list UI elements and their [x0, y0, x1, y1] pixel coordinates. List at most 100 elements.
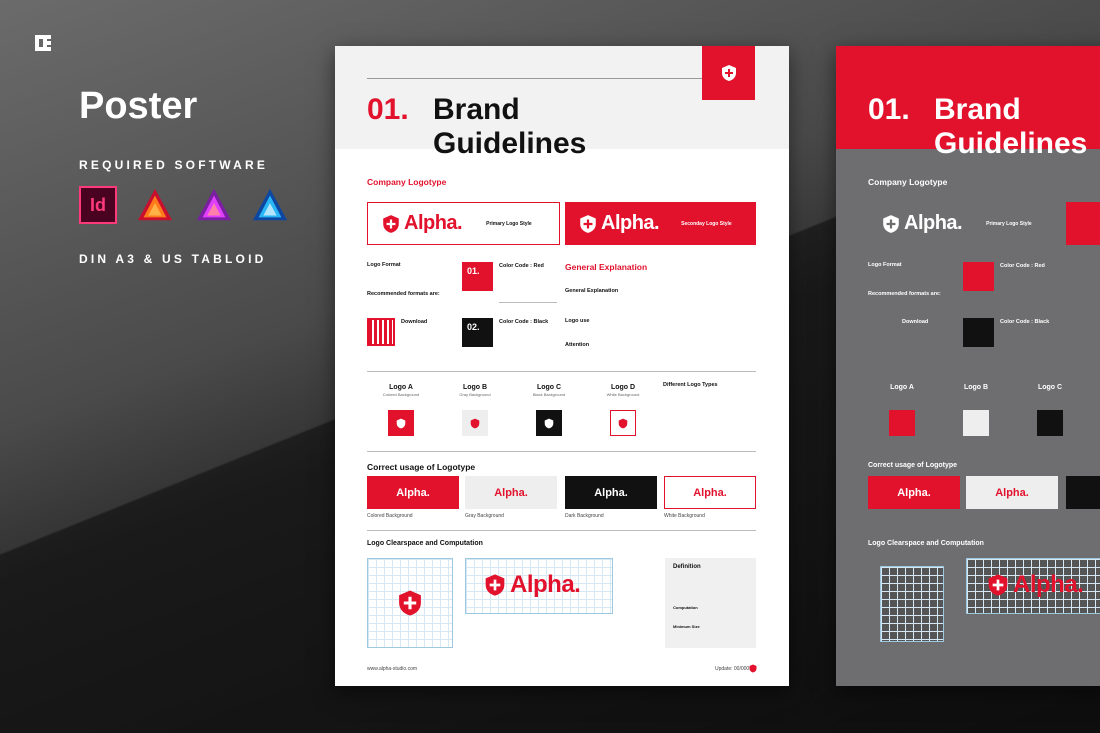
color-swatch-black	[963, 318, 994, 347]
color-red-label: Color Code : Red	[499, 263, 544, 269]
usage-gray: Alpha.	[966, 476, 1058, 509]
brand-wordmark: Alpha.	[494, 486, 528, 499]
logo-b-label: Logo B	[963, 384, 989, 391]
clearspace-grid-icon	[367, 558, 453, 648]
primary-style-label: Primary Logo Style	[486, 220, 532, 227]
logo-c-swatch	[1037, 410, 1063, 436]
brand-wordmark: Alpha.	[396, 486, 430, 499]
color-black-label: Color Code : Black	[1000, 319, 1050, 325]
download-label: Download	[902, 319, 929, 325]
poster-grey: 01. Brand Guidelines Company Logotype Al…	[836, 46, 1100, 686]
shield-icon	[749, 664, 757, 673]
logo-a-sub: Colored Background	[382, 392, 420, 397]
brand-wordmark: Alpha.	[404, 212, 463, 234]
title-line-2: Guidelines	[433, 127, 587, 160]
title-line-2: Guidelines	[934, 127, 1088, 160]
general-explanation-sub: General Explanation	[565, 288, 619, 294]
correct-usage-heading: Correct usage of Logotype	[367, 462, 476, 472]
clearspace-grid-icon	[880, 566, 944, 642]
brand-wordmark: Alpha.	[904, 212, 963, 234]
clearspace-wordmark-grid: Alpha.	[465, 558, 613, 614]
swatch-number-01: 01.	[467, 266, 480, 276]
page-title: Poster	[79, 85, 198, 127]
logo-b-sub: Gray Background	[459, 392, 491, 397]
brand-wordmark: Alpha.	[693, 486, 727, 499]
brand-wordmark: Alpha.	[594, 486, 628, 499]
definition-heading: Definition	[673, 564, 701, 570]
usage-dark	[1066, 476, 1100, 509]
primary-logo-box: Alpha. Primary Logo Style	[367, 202, 560, 245]
poster-title: Brand Guidelines	[934, 93, 1087, 161]
logo-a-swatch	[388, 410, 414, 436]
logo-c-label: Logo C	[536, 384, 562, 391]
formats-label: DIN A3 & US TABLOID	[79, 252, 267, 266]
attention-label: Attention	[565, 342, 590, 348]
section-number: 01.	[367, 93, 409, 126]
section-number: 01.	[868, 93, 910, 126]
swatch-number-02: 02.	[467, 322, 480, 332]
secondary-style-label: Seconday Logo Style	[681, 220, 732, 227]
logo-a-label: Logo A	[890, 384, 914, 391]
indesign-icon: Id	[79, 186, 117, 224]
definition-box: Definition Computation Minimum Size	[665, 558, 756, 648]
logo-c-label: Logo C	[1037, 384, 1063, 391]
shield-icon	[580, 214, 596, 233]
usage-label: White Background	[664, 513, 705, 519]
primary-logo-box: Alpha. Primary Logo Style	[868, 202, 1061, 245]
secondary-logo-box	[1066, 202, 1100, 245]
footer-url: www.alpha-studio.com	[367, 666, 418, 672]
primary-style-label: Primary Logo Style	[986, 220, 1032, 227]
poster-white: 01. Brand Guidelines Company Logotype Al…	[335, 46, 789, 686]
color-swatch-red	[963, 262, 994, 291]
brand-wordmark: Alpha.	[897, 486, 931, 499]
recommended-formats-label: Recommended formats are:	[868, 291, 941, 297]
computation-label: Computation	[673, 605, 698, 610]
logo-c-swatch	[536, 410, 562, 436]
logo-c-sub: Black Background	[532, 392, 566, 397]
usage-colored: Alpha.	[868, 476, 960, 509]
recommended-formats-label: Recommended formats are:	[367, 291, 440, 297]
download-label: Download	[401, 319, 428, 325]
clearspace-heading: Logo Clearspace and Computation	[367, 540, 483, 547]
title-line-1: Brand	[934, 93, 1021, 126]
required-software-label: REQUIRED SOFTWARE	[79, 158, 269, 172]
brand-wordmark: Alpha.	[601, 212, 660, 234]
company-logotype-heading: Company Logotype	[868, 177, 948, 187]
minimum-size-label: Minimum Size	[673, 624, 700, 629]
different-logo-types-label: Different Logo Types	[663, 382, 718, 388]
logo-d-label: Logo D	[610, 384, 636, 391]
logo-format-label: Logo Format	[367, 262, 401, 268]
logo-b-label: Logo B	[462, 384, 488, 391]
general-explanation-heading: General Explanation	[565, 262, 648, 272]
usage-label: Gray Background	[465, 513, 504, 519]
color-red-label: Color Code : Red	[1000, 263, 1045, 269]
usage-dark: Alpha.	[565, 476, 657, 509]
brand-wordmark: Alpha.	[1013, 571, 1084, 598]
usage-gray: Alpha.	[465, 476, 557, 509]
shield-icon	[721, 65, 736, 81]
affinity-publisher-icon	[137, 188, 173, 221]
company-logotype-heading: Company Logotype	[367, 177, 447, 187]
clearspace-heading: Logo Clearspace and Computation	[868, 540, 984, 547]
qr-code-icon	[367, 318, 395, 346]
title-line-1: Brand	[433, 93, 520, 126]
logo-a-swatch	[889, 410, 915, 436]
footer-update: Update: 00/0000	[715, 666, 752, 672]
logo-b-swatch	[963, 410, 989, 436]
affinity-photo-icon	[196, 188, 232, 221]
brand-wordmark: Alpha.	[510, 571, 581, 598]
logo-a-label: Logo A	[389, 384, 413, 391]
usage-label: Dark Background	[565, 513, 604, 519]
color-black-label: Color Code : Black	[499, 319, 549, 325]
logo-format-label: Logo Format	[868, 262, 902, 268]
usage-label: Colored Background	[367, 513, 413, 519]
shield-icon	[383, 214, 399, 233]
affinity-designer-icon	[252, 188, 288, 221]
logo-d-sub: White Background	[606, 392, 640, 397]
brand-wordmark: Alpha.	[995, 486, 1029, 499]
logo-b-swatch	[462, 410, 488, 436]
usage-colored: Alpha.	[367, 476, 459, 509]
poster-title: Brand Guidelines	[433, 93, 586, 161]
envato-logo-icon	[33, 33, 53, 53]
logo-d-swatch	[610, 410, 636, 436]
